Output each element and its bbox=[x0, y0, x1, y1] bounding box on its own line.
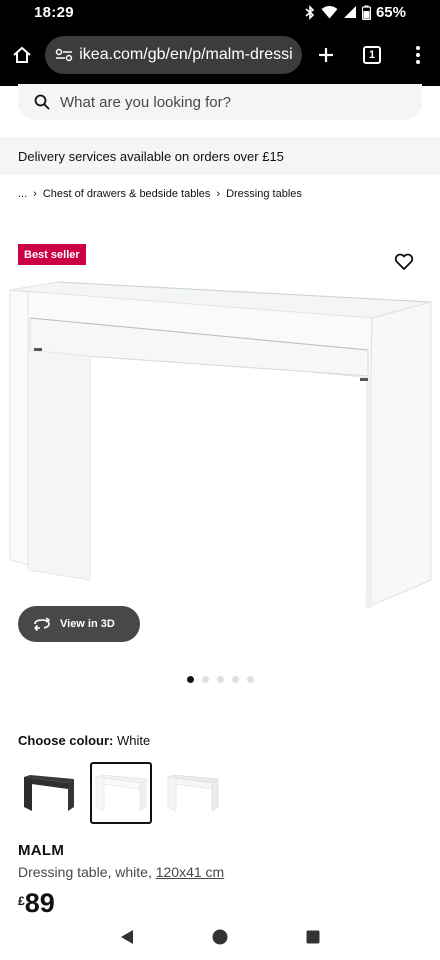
product-name: MALM bbox=[18, 842, 65, 859]
image-pagination-dot[interactable] bbox=[202, 676, 209, 683]
battery-icon bbox=[361, 5, 371, 20]
more-vert-icon bbox=[416, 46, 420, 64]
view-in-3d-label: View in 3D bbox=[60, 618, 115, 630]
breadcrumb-item-chests[interactable]: Chest of drawers & bedside tables bbox=[43, 188, 211, 200]
wifi-icon bbox=[321, 5, 338, 19]
browser-toolbar: ikea.com/gb/en/p/malm-dressi 1 bbox=[0, 24, 440, 86]
favourite-button[interactable] bbox=[394, 253, 414, 271]
search-icon bbox=[34, 94, 50, 110]
search-placeholder: What are you looking for? bbox=[60, 93, 231, 111]
breadcrumb-ellipsis[interactable]: ... bbox=[18, 188, 27, 200]
breadcrumb: ... › Chest of drawers & bedside tables … bbox=[18, 188, 302, 200]
status-time: 18:29 bbox=[34, 3, 74, 21]
black-brown-table-thumbnail bbox=[24, 775, 74, 811]
status-icons: 65% bbox=[304, 4, 406, 21]
recents-square-icon bbox=[306, 930, 320, 944]
heart-icon bbox=[394, 253, 414, 270]
white-table-thumbnail bbox=[95, 774, 147, 812]
chevron-right-icon: › bbox=[216, 188, 221, 200]
price-currency: £ bbox=[18, 894, 25, 908]
plus-icon bbox=[319, 48, 333, 62]
colour-option-black-brown[interactable] bbox=[18, 762, 80, 824]
home-icon bbox=[12, 46, 31, 63]
image-pagination bbox=[187, 676, 254, 683]
back-button[interactable] bbox=[115, 925, 139, 949]
site-settings-icon bbox=[56, 48, 73, 62]
delivery-banner-text: Delivery services available on orders ov… bbox=[18, 148, 284, 164]
view-in-3d-button[interactable]: View in 3D bbox=[18, 606, 140, 642]
image-pagination-dot[interactable] bbox=[247, 676, 254, 683]
colour-swatches bbox=[18, 762, 224, 824]
breadcrumb-item-dressing-tables[interactable]: Dressing tables bbox=[226, 188, 302, 200]
search-bar[interactable]: What are you looking for? bbox=[18, 84, 422, 120]
product-size-link[interactable]: 120x41 cm bbox=[156, 864, 224, 880]
rotate-3d-icon bbox=[34, 617, 51, 631]
home-circle-icon bbox=[212, 929, 228, 945]
colour-option-white[interactable] bbox=[90, 762, 152, 824]
colour-label-value: White bbox=[116, 733, 151, 748]
image-pagination-dot[interactable] bbox=[187, 676, 194, 683]
colour-option-white-grey[interactable] bbox=[162, 762, 224, 824]
back-triangle-icon bbox=[120, 930, 133, 944]
product-description: Dressing table, white, 120x41 cm bbox=[18, 864, 224, 880]
url-text: ikea.com/gb/en/p/malm-dressi bbox=[79, 46, 292, 63]
chevron-right-icon: › bbox=[33, 188, 37, 200]
recents-button[interactable] bbox=[301, 925, 325, 949]
white-grey-table-thumbnail bbox=[167, 774, 219, 812]
product-description-text: Dressing table, white, bbox=[18, 864, 156, 880]
url-bar[interactable]: ikea.com/gb/en/p/malm-dressi bbox=[45, 36, 302, 74]
product-image bbox=[9, 281, 432, 609]
best-seller-badge: Best seller bbox=[18, 244, 86, 265]
system-navigation-bar bbox=[0, 914, 440, 960]
image-pagination-dot[interactable] bbox=[232, 676, 239, 683]
tab-switcher-button[interactable]: 1 bbox=[356, 39, 388, 71]
home-nav-button[interactable] bbox=[208, 925, 232, 949]
new-tab-button[interactable] bbox=[310, 39, 342, 71]
battery-percentage: 65% bbox=[375, 3, 406, 21]
signal-icon bbox=[343, 5, 357, 19]
status-bar: 18:29 65% bbox=[0, 0, 440, 24]
bluetooth-icon bbox=[304, 4, 316, 20]
menu-button[interactable] bbox=[402, 39, 434, 71]
tab-count: 1 bbox=[363, 46, 381, 64]
image-pagination-dot[interactable] bbox=[217, 676, 224, 683]
colour-label-title: Choose colour: bbox=[18, 733, 114, 748]
delivery-banner[interactable]: Delivery services available on orders ov… bbox=[0, 137, 440, 175]
colour-chooser-label: Choose colour: White bbox=[18, 733, 150, 748]
home-button[interactable] bbox=[6, 39, 37, 71]
